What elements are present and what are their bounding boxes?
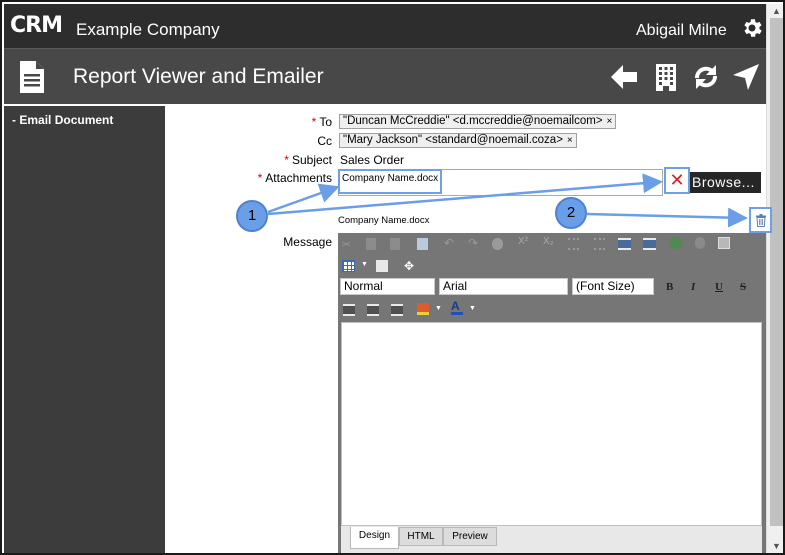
paste-word-icon[interactable] — [417, 238, 428, 250]
clear-attachment-button[interactable]: ✕ — [664, 167, 690, 194]
insert-link-icon[interactable] — [670, 237, 682, 249]
message-body-editor[interactable] — [341, 322, 762, 526]
sidebar-item-email-document[interactable]: - Email Document — [12, 113, 113, 127]
gear-icon[interactable] — [740, 16, 764, 40]
building-icon[interactable] — [650, 61, 682, 93]
user-name[interactable]: Abigail Milne — [636, 22, 727, 40]
to-label: * To — [311, 115, 332, 129]
font-size-select[interactable]: (Font Size) — [572, 278, 654, 295]
navigate-icon[interactable] — [730, 61, 762, 93]
browse-button[interactable]: Browse... — [690, 172, 761, 193]
font-name-select[interactable]: Arial — [439, 278, 568, 295]
scroll-up-arrow-icon[interactable]: ▲ — [772, 6, 781, 16]
remove-recipient-icon[interactable]: × — [567, 135, 573, 146]
document-icon — [20, 61, 44, 93]
redo-icon[interactable]: ↷ — [468, 236, 482, 250]
subscript-icon[interactable]: X₂ — [543, 236, 557, 248]
highlight-color-icon[interactable] — [417, 303, 429, 315]
insert-image-icon[interactable] — [718, 237, 730, 249]
editor-toolbar-row: ✂ ↶ ↷ X² X₂ — [338, 233, 766, 255]
rich-text-editor: ✂ ↶ ↷ X² X₂ ▼ ✥ Normal Arial (Font Size)… — [338, 233, 766, 553]
attachment-input-value: Company Name.docx — [342, 173, 439, 184]
remove-recipient-icon[interactable]: × — [607, 116, 613, 127]
underline-button[interactable]: U — [715, 281, 723, 293]
highlight-dropdown-icon[interactable]: ▼ — [435, 305, 449, 317]
text-color-dropdown-icon[interactable]: ▼ — [469, 305, 483, 317]
arrow-1-to-attachment — [267, 183, 340, 214]
cc-label: Cc — [317, 134, 332, 148]
company-name: Example Company — [76, 20, 220, 39]
undo-icon[interactable]: ↶ — [444, 236, 458, 250]
trash-icon — [756, 214, 766, 227]
callout-2: 2 — [555, 197, 587, 229]
table-dropdown-icon[interactable]: ▼ — [361, 261, 375, 273]
copy-icon[interactable] — [366, 238, 376, 250]
message-label: Message — [283, 235, 332, 249]
app-window: CRM Example Company Abigail Milne Report… — [0, 0, 785, 555]
insert-table-icon[interactable] — [342, 260, 355, 272]
arrow-2-to-trash — [586, 207, 748, 228]
attached-file-name: Company Name.docx — [338, 215, 430, 226]
find-icon[interactable] — [376, 260, 388, 272]
outdent-icon[interactable] — [643, 238, 656, 250]
text-color-icon[interactable]: A — [451, 300, 463, 315]
delete-attachment-button[interactable] — [749, 207, 772, 233]
indent-icon[interactable] — [618, 238, 631, 250]
refresh-icon[interactable] — [690, 61, 722, 93]
arrow-left-icon[interactable] — [608, 61, 640, 93]
subject-value[interactable]: Sales Order — [340, 153, 404, 167]
align-right-icon[interactable] — [391, 304, 403, 316]
sidebar-item-label: Email Document — [19, 113, 114, 127]
editor-toolbar-row: ▼ ✥ — [338, 255, 766, 277]
scroll-down-arrow-icon[interactable]: ▼ — [772, 541, 781, 551]
align-left-icon[interactable] — [343, 304, 355, 316]
fullscreen-icon[interactable]: ✥ — [404, 259, 418, 273]
callout-1: 1 — [236, 200, 268, 232]
tab-preview[interactable]: Preview — [443, 527, 497, 546]
unlink-icon[interactable] — [695, 237, 705, 249]
cut-icon[interactable]: ✂ — [342, 238, 356, 251]
paragraph-format-select[interactable]: Normal — [340, 278, 435, 295]
editor-mode-tabs: Design HTML Preview — [341, 526, 762, 553]
paste-icon[interactable] — [390, 238, 400, 250]
superscript-icon[interactable]: X² — [518, 236, 532, 248]
subject-label: * Subject — [284, 153, 332, 167]
scrollbar-thumb[interactable] — [770, 18, 783, 526]
bold-button[interactable]: B — [666, 281, 673, 293]
tab-html[interactable]: HTML — [399, 527, 443, 546]
attachments-label: * Attachments — [257, 171, 332, 185]
numbered-list-icon[interactable] — [568, 238, 579, 250]
title-bar: Report Viewer and Emailer — [4, 48, 766, 104]
cc-recipient-tag[interactable]: "Mary Jackson" <standard@noemail.coza> × — [339, 133, 577, 148]
sidebar: - Email Document — [4, 106, 165, 553]
editor-toolbar-row: Normal Arial (Font Size) B I U S — [338, 277, 766, 299]
crm-logo[interactable]: CRM — [10, 15, 63, 37]
italic-button[interactable]: I — [691, 281, 695, 293]
to-recipient-tag[interactable]: "Duncan McCreddie" <d.mccreddie@noemailc… — [339, 114, 617, 129]
editor-toolbar-row: ▼ A ▼ — [338, 299, 766, 321]
tab-design[interactable]: Design — [350, 527, 399, 549]
vertical-scrollbar[interactable]: ▲ ▼ — [766, 4, 783, 553]
page-title: Report Viewer and Emailer — [73, 65, 324, 88]
bullet-list-icon[interactable] — [594, 238, 605, 250]
top-bar: CRM Example Company Abigail Milne — [4, 4, 766, 48]
align-center-icon[interactable] — [367, 304, 379, 316]
strike-button[interactable]: S — [740, 281, 746, 293]
spellcheck-icon[interactable] — [492, 238, 503, 250]
